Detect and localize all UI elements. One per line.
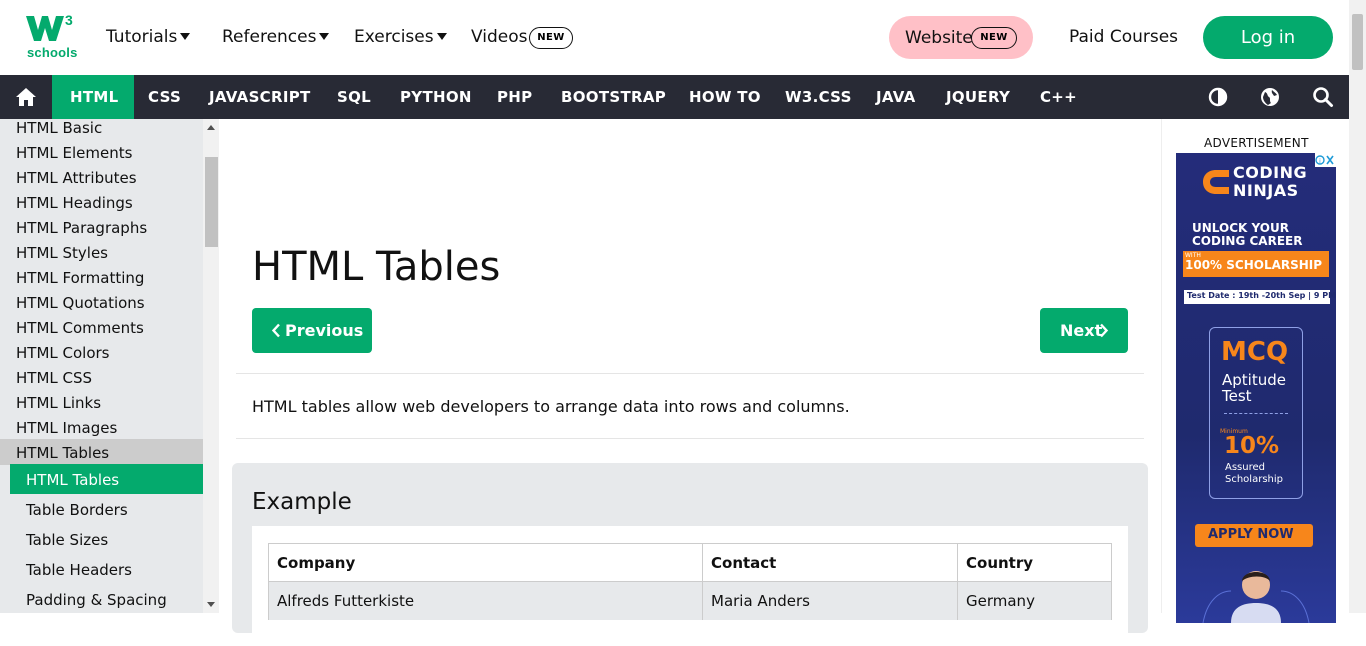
tab-html[interactable]: HTML: [70, 88, 118, 106]
sidebar-item-html-attributes[interactable]: HTML Attributes: [16, 169, 137, 187]
advertisement-label: ADVERTISEMENT: [1204, 136, 1309, 150]
adchoices-close-icon[interactable]: i: [1315, 153, 1336, 167]
tab-jquery[interactable]: JQUERY: [946, 88, 1010, 106]
table-cell: Alfreds Futterkiste: [268, 581, 703, 620]
scroll-down-arrow-icon[interactable]: [207, 602, 215, 607]
sidebar-item-html-elements[interactable]: HTML Elements: [16, 144, 132, 162]
card-divider: [1224, 413, 1288, 414]
sidebar-item-html-basic[interactable]: HTML Basic: [16, 119, 102, 137]
caret-down-icon: [436, 33, 447, 40]
table-cell: Germany: [957, 581, 1112, 620]
sidebar-subitem-table-headers[interactable]: Table Headers: [26, 561, 132, 579]
sidebar-item-html-comments[interactable]: HTML Comments: [16, 319, 144, 337]
home-button[interactable]: [0, 75, 52, 119]
sidebar-subitem-table-sizes[interactable]: Table Sizes: [26, 531, 108, 549]
table-cell: Maria Anders: [702, 581, 958, 620]
divider: [236, 373, 1144, 374]
coding-ninjas-logo-icon: [1203, 170, 1229, 194]
tab-bootstrap[interactable]: BOOTSTRAP: [561, 88, 666, 106]
caret-down-icon: [319, 33, 330, 40]
tab-php[interactable]: PHP: [497, 88, 532, 106]
person-photo-icon: [1202, 571, 1310, 623]
table-header-company: Company: [268, 543, 703, 582]
sidebar-item-html-headings[interactable]: HTML Headings: [16, 194, 133, 212]
table-row: Alfreds Futterkiste Maria Anders Germany: [268, 581, 1112, 620]
tab-css[interactable]: CSS: [148, 88, 181, 106]
table-header-contact: Contact: [702, 543, 958, 582]
website-button[interactable]: Website NEW: [889, 16, 1033, 59]
sidebar-item-html-quotations[interactable]: HTML Quotations: [16, 294, 145, 312]
references-menu[interactable]: References: [222, 27, 330, 47]
logo-superscript: 3: [65, 12, 73, 28]
main-content: HTML Tables Previous Next HTML tables al…: [219, 119, 1161, 646]
caret-down-icon: [180, 33, 191, 40]
sidebar-item-html-images[interactable]: HTML Images: [16, 419, 117, 437]
table-header-row: Company Contact Country: [268, 543, 1112, 582]
divider: [236, 438, 1144, 439]
example-output: Company Contact Country Alfreds Futterki…: [252, 526, 1128, 646]
sidebar-item-html-links[interactable]: HTML Links: [16, 394, 101, 412]
videos-new-badge: NEW: [529, 27, 573, 49]
page-title: HTML Tables: [252, 244, 501, 290]
tab-how-to[interactable]: HOW TO: [689, 88, 761, 106]
coding-ninjas-ad[interactable]: i CODING NINJAS UNLOCK YOUR CODING CAREE…: [1176, 153, 1336, 623]
sidebar-item-html-tables[interactable]: HTML Tables: [16, 444, 109, 462]
ad-column: ADVERTISEMENT i CODING NINJAS UNLOCK YOU…: [1161, 119, 1349, 623]
sidebar: HTML Basic HTML Elements HTML Attributes…: [0, 119, 219, 613]
example-heading: Example: [252, 489, 352, 515]
previous-button[interactable]: Previous: [252, 308, 372, 353]
logo-text: schools: [27, 45, 78, 60]
globe-icon[interactable]: [1259, 86, 1281, 108]
contrast-icon[interactable]: [1207, 86, 1229, 108]
page-scrollbar-thumb[interactable]: [1352, 14, 1363, 70]
main-nav: HTML CSS JAVASCRIPT SQL PYTHON PHP BOOTS…: [0, 75, 1366, 119]
sidebar-item-html-colors[interactable]: HTML Colors: [16, 344, 110, 362]
example-table: Company Contact Country Alfreds Futterki…: [268, 543, 1112, 620]
tutorials-menu[interactable]: Tutorials: [106, 27, 191, 47]
top-bar: 3 schools Tutorials References Exercises…: [0, 0, 1366, 75]
w3-logo-icon: [26, 16, 64, 41]
login-button[interactable]: Log in: [1203, 16, 1333, 59]
search-icon[interactable]: [1312, 86, 1334, 108]
sidebar-subitem-padding-spacing[interactable]: Padding & Spacing: [26, 591, 167, 609]
example-box: Example Company Contact Country Alfreds …: [232, 463, 1148, 646]
w3schools-logo[interactable]: 3 schools: [26, 12, 78, 62]
paid-courses-link[interactable]: Paid Courses: [1069, 27, 1178, 47]
tab-javascript[interactable]: JAVASCRIPT: [209, 88, 311, 106]
videos-link[interactable]: Videos: [471, 27, 528, 47]
home-icon: [16, 88, 36, 106]
tab-python[interactable]: PYTHON: [400, 88, 472, 106]
sidebar-subitem-table-borders[interactable]: Table Borders: [26, 501, 128, 519]
next-button[interactable]: Next: [1040, 308, 1128, 353]
chevron-left-icon: [271, 323, 280, 338]
exercises-menu[interactable]: Exercises: [354, 27, 447, 47]
sidebar-item-html-styles[interactable]: HTML Styles: [16, 244, 108, 262]
scroll-up-arrow-icon[interactable]: [207, 125, 215, 130]
tab-cpp[interactable]: C++: [1040, 88, 1077, 106]
tab-java[interactable]: JAVA: [876, 88, 916, 106]
sidebar-item-html-css[interactable]: HTML CSS: [16, 369, 92, 387]
website-new-badge: NEW: [971, 27, 1017, 49]
sidebar-item-html-formatting[interactable]: HTML Formatting: [16, 269, 144, 287]
tab-w3css[interactable]: W3.CSS: [785, 88, 852, 106]
sidebar-subitem-html-tables[interactable]: HTML Tables: [26, 471, 119, 489]
page-scrollbar[interactable]: [1349, 0, 1366, 613]
sidebar-scrollbar-thumb[interactable]: [205, 157, 218, 247]
sidebar-item-html-paragraphs[interactable]: HTML Paragraphs: [16, 219, 147, 237]
chevron-right-icon: [1100, 323, 1109, 338]
tab-sql[interactable]: SQL: [337, 88, 371, 106]
intro-paragraph: HTML tables allow web developers to arra…: [252, 397, 850, 416]
table-header-country: Country: [957, 543, 1112, 582]
